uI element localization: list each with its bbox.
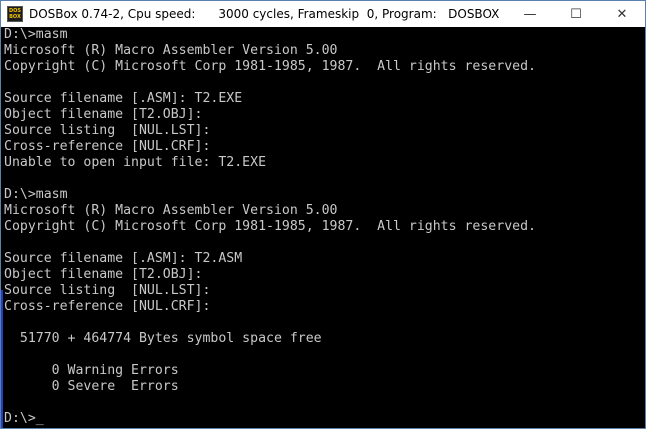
minimize-icon: —	[523, 6, 537, 22]
terminal-line: D:\>masm	[4, 187, 68, 202]
maximize-button[interactable]: ☐	[553, 1, 599, 27]
terminal-line: Source filename [.ASM]: T2.EXE	[4, 91, 243, 106]
terminal-line: Cross-reference [NUL.CRF]:	[4, 299, 211, 314]
dosbox-app-icon[interactable]: DOS BOX	[7, 6, 23, 22]
terminal-line: 0 Warning Errors	[4, 363, 179, 378]
window-edge-strip	[1, 290, 3, 428]
terminal-line: Source listing [NUL.LST]:	[4, 283, 211, 298]
terminal-line: Object filename [T2.OBJ]:	[4, 107, 203, 122]
terminal-line: Source filename [.ASM]: T2.ASM	[4, 251, 243, 266]
terminal-prompt-line: D:\>_	[4, 411, 44, 426]
maximize-icon: ☐	[570, 6, 582, 22]
title-bar[interactable]: DOS BOX DOSBox 0.74-2, Cpu speed: 3000 c…	[1, 1, 645, 27]
terminal-line: Object filename [T2.OBJ]:	[4, 267, 203, 282]
terminal-line: Cross-reference [NUL.CRF]:	[4, 139, 211, 154]
terminal-line: Copyright (C) Microsoft Corp 1981-1985, …	[4, 219, 536, 234]
terminal-line: Copyright (C) Microsoft Corp 1981-1985, …	[4, 59, 536, 74]
dos-terminal[interactable]: D:\>masm Microsoft (R) Macro Assembler Ve…	[1, 27, 645, 428]
terminal-line: 51770 + 464774 Bytes symbol space free	[4, 331, 322, 346]
dosbox-window: DOS BOX DOSBox 0.74-2, Cpu speed: 3000 c…	[0, 0, 646, 429]
terminal-line: Microsoft (R) Macro Assembler Version 5.…	[4, 43, 338, 58]
terminal-line: D:\>masm	[4, 27, 68, 42]
terminal-line: Microsoft (R) Macro Assembler Version 5.…	[4, 203, 338, 218]
minimize-button[interactable]: —	[507, 1, 553, 27]
terminal-line: 0 Severe Errors	[4, 379, 179, 394]
terminal-output: D:\>masm Microsoft (R) Macro Assembler Ve…	[1, 27, 645, 427]
terminal-line: Source listing [NUL.LST]:	[4, 123, 211, 138]
terminal-line: Unable to open input file: T2.EXE	[4, 155, 267, 170]
app-icon-text-bottom: BOX	[9, 14, 21, 20]
close-button[interactable]: ✕	[599, 1, 645, 27]
close-icon: ✕	[616, 6, 628, 22]
window-title: DOSBox 0.74-2, Cpu speed: 3000 cycles, F…	[29, 7, 500, 21]
